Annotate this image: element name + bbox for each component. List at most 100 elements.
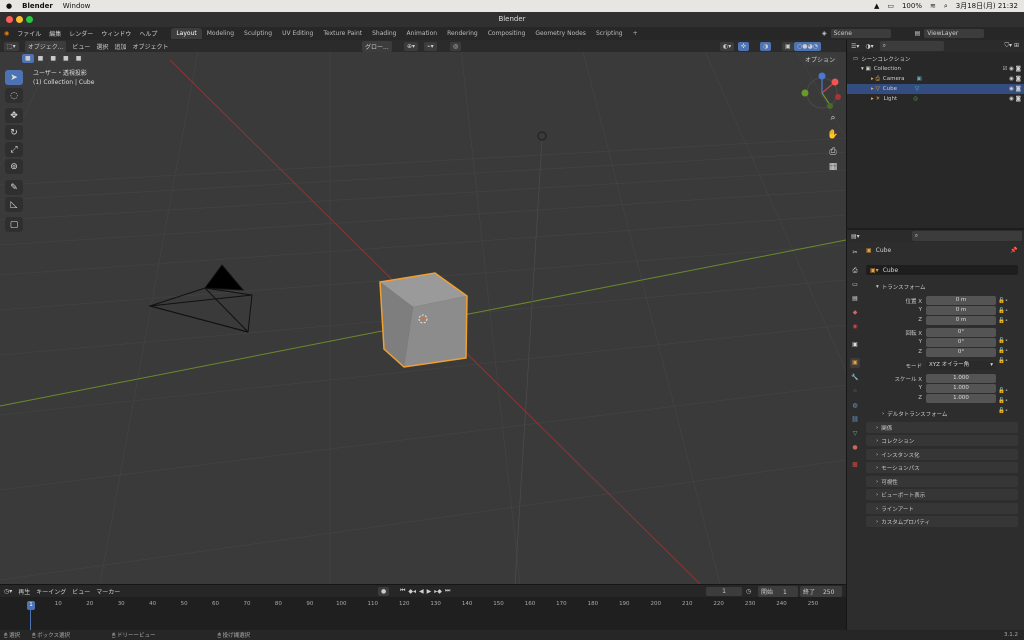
viewlayer-icon[interactable]: ▤ [915, 30, 921, 37]
location-x-field[interactable]: 0 m [926, 296, 996, 305]
end-frame-field[interactable]: 終了 250 [800, 585, 842, 597]
battery-label[interactable]: 100% [902, 2, 922, 10]
rotation-x-field[interactable]: 0° [926, 328, 996, 337]
filter-icon[interactable]: ⛉▾ ⊞ [1005, 42, 1024, 50]
record-button[interactable]: ● [378, 586, 390, 596]
select-mode-invert-icon[interactable]: ■ [60, 54, 72, 63]
rotation-y-field[interactable]: 0° [926, 338, 996, 347]
navigation-gizmo[interactable] [801, 72, 842, 110]
viewlayer-selector[interactable]: ViewLayer [924, 29, 985, 38]
cursor-tool-icon[interactable]: ◌ [5, 88, 23, 103]
collection-tab-icon[interactable]: ▣ [850, 340, 860, 350]
search-icon[interactable]: ⌕ [944, 2, 948, 11]
particles-tab-icon[interactable]: ⁘ [850, 387, 860, 397]
world-tab-icon[interactable]: ◉ [850, 322, 860, 332]
outliner-item-camera[interactable]: ▸ ⎙ Camera ▣ ◉ ◙ [847, 74, 1024, 84]
proportional-edit-icon[interactable]: ◎ [450, 41, 462, 51]
data-tab-icon[interactable]: ▽ [850, 429, 860, 439]
select-mode-intersect-icon[interactable]: ■ [72, 54, 85, 63]
tab-animation[interactable]: Animation [401, 28, 442, 39]
select-mode-new-icon[interactable]: ■ [22, 54, 34, 63]
annotate-tool-icon[interactable]: ✎ [5, 180, 23, 195]
rotate-tool-icon[interactable]: ↻ [5, 125, 23, 140]
playback-menu[interactable]: 再生 [18, 587, 30, 596]
zoom-window-button[interactable] [26, 16, 33, 23]
scene-icon[interactable]: ◈ [822, 30, 827, 37]
constraints-tab-icon[interactable]: ⛓ [850, 415, 860, 425]
tab-rendering[interactable]: Rendering [442, 28, 483, 39]
menu-window[interactable]: ウィンドウ [101, 29, 131, 38]
collections-panel[interactable]: › コレクション [866, 435, 1018, 446]
marker-menu[interactable]: マーカー [96, 587, 120, 596]
shading-mode-icons[interactable]: ○●◕◔ [794, 41, 821, 51]
menu-view[interactable]: ビュー [72, 42, 90, 51]
display-mode-icon[interactable]: ◑▾ [865, 43, 873, 50]
editor-type-icon[interactable]: ⬚▾ [4, 41, 19, 51]
texture-tab-icon[interactable]: ▩ [850, 460, 860, 470]
menu-help[interactable]: ヘルプ [139, 29, 157, 38]
transform-tool-icon[interactable]: ⊚ [5, 159, 23, 174]
window-menu[interactable]: Window [63, 2, 91, 10]
menu-select[interactable]: 選択 [96, 42, 108, 51]
select-tool-icon[interactable]: ➤ [5, 70, 23, 85]
render-tab-icon[interactable]: ⎙ [850, 266, 860, 276]
line-art-panel[interactable]: › ラインアート [866, 503, 1018, 514]
location-y-field[interactable]: 0 m [926, 306, 996, 315]
rotation-mode-select[interactable]: XYZ オイラー角 ▾ [926, 361, 996, 370]
properties-editor-icon[interactable]: ▤▾ [851, 233, 860, 240]
measure-tool-icon[interactable]: ◺ [5, 197, 23, 212]
timeline-editor-icon[interactable]: ◷▾ [4, 588, 12, 595]
menu-add[interactable]: 追加 [114, 42, 126, 51]
tab-shading[interactable]: Shading [367, 28, 401, 39]
rotation-z-field[interactable]: 0° [926, 348, 996, 357]
camera-visibility-icons[interactable]: ◉ ◙ [1009, 76, 1021, 82]
physics-tab-icon[interactable]: ◍ [850, 401, 860, 411]
pan-view-icon[interactable]: ✋ [826, 127, 840, 142]
scene-tab-icon[interactable]: ◆ [850, 308, 860, 318]
light-visibility-icons[interactable]: ◉ ◙ [1009, 96, 1021, 102]
playhead[interactable]: 1 [27, 601, 35, 610]
view-menu[interactable]: ビュー [72, 587, 90, 596]
visibility-panel[interactable]: › 可視性 [866, 476, 1018, 487]
outliner-editor-icon[interactable]: ☰▾ [851, 43, 859, 50]
properties-search-input[interactable]: ⌕ [911, 231, 1022, 241]
object-tab-icon[interactable]: ▣ [850, 358, 860, 368]
outliner-search-input[interactable]: ⌕ [879, 41, 944, 51]
scale-y-field[interactable]: 1.000 [926, 384, 996, 393]
camera-object[interactable] [148, 264, 253, 333]
light-object[interactable] [537, 131, 547, 141]
scale-x-field[interactable]: 1.000 [926, 374, 996, 383]
menu-edit[interactable]: 編集 [49, 29, 61, 38]
pin-icon[interactable]: 📌 [1010, 247, 1017, 254]
tool-tab-icon[interactable]: ✂ [850, 248, 860, 258]
close-window-button[interactable] [6, 16, 13, 23]
next-keyframe-icon[interactable]: ▸◆ [434, 588, 442, 595]
mode-selector[interactable]: オブジェク... [24, 40, 67, 52]
tab-modeling[interactable]: Modeling [202, 28, 239, 39]
zoom-view-icon[interactable]: ⌕ [826, 110, 840, 125]
scene-selector[interactable]: Scene [830, 29, 891, 38]
collection-row[interactable]: ▾ ▣ Collection ☑ ◉ ◙ [847, 64, 1024, 74]
scale-z-field[interactable]: 1.000 [926, 394, 996, 403]
instancing-panel[interactable]: › インスタンス化 [866, 449, 1018, 460]
tab-layout[interactable]: Layout [171, 28, 202, 39]
wifi-icon[interactable]: ≋ [930, 2, 936, 10]
cube-object[interactable] [379, 272, 468, 368]
object-name-field[interactable]: ▣▾ Cube [866, 265, 1018, 275]
custom-properties-panel[interactable]: › カスタムプロパティ [866, 516, 1018, 527]
menu-object[interactable]: オブジェクト [132, 42, 168, 51]
viewport-display-panel[interactable]: › ビューポート表示 [866, 489, 1018, 500]
prev-keyframe-icon[interactable]: ◆◂ [408, 588, 416, 595]
ortho-toggle-icon[interactable]: ▦ [826, 159, 840, 174]
transform-panel-header[interactable]: ▾ トランスフォーム [866, 281, 1018, 292]
outliner-item-cube[interactable]: ▸ ▽ Cube ▽ ◉ ◙ [847, 84, 1024, 94]
minimize-window-button[interactable] [16, 16, 23, 23]
scene-collection-row[interactable]: ▭ シーンコレクション [847, 54, 1024, 64]
tab-compositing[interactable]: Compositing [483, 28, 531, 39]
start-frame-field[interactable]: 開始 1 [758, 585, 798, 597]
menu-file[interactable]: ファイル [17, 29, 41, 38]
pivot-icon[interactable]: ⊕▾ [404, 41, 419, 51]
play-reverse-icon[interactable]: ◀ [419, 588, 424, 595]
motion-paths-panel[interactable]: › モーションパス [866, 462, 1018, 473]
material-tab-icon[interactable]: ● [850, 443, 860, 453]
